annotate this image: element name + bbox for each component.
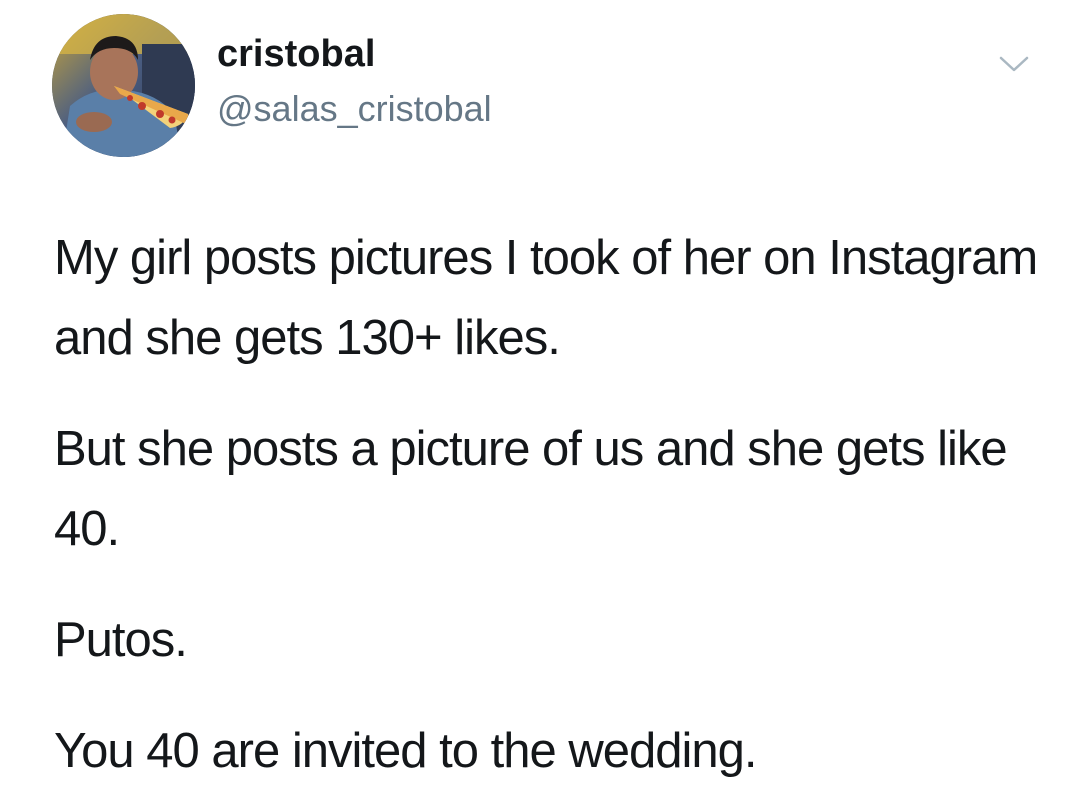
chevron-down-icon[interactable] <box>996 50 1032 76</box>
author-handle[interactable]: @salas_cristobal <box>217 88 492 129</box>
tweet-text: My girl posts pictures I took of her on … <box>54 218 1054 791</box>
avatar-image <box>52 14 195 157</box>
tweet-paragraph: Putos. <box>54 613 188 667</box>
avatar[interactable] <box>52 14 195 157</box>
tweet-paragraph: But she posts a picture of us and she ge… <box>54 422 1008 556</box>
tweet-card: cristobal @salas_cristobal My girl posts… <box>0 0 1080 809</box>
tweet-paragraph: You 40 are invited to the wedding. <box>54 724 757 778</box>
tweet-paragraph: My girl posts pictures I took of her on … <box>54 231 1038 365</box>
author-display-name[interactable]: cristobal <box>217 33 375 77</box>
